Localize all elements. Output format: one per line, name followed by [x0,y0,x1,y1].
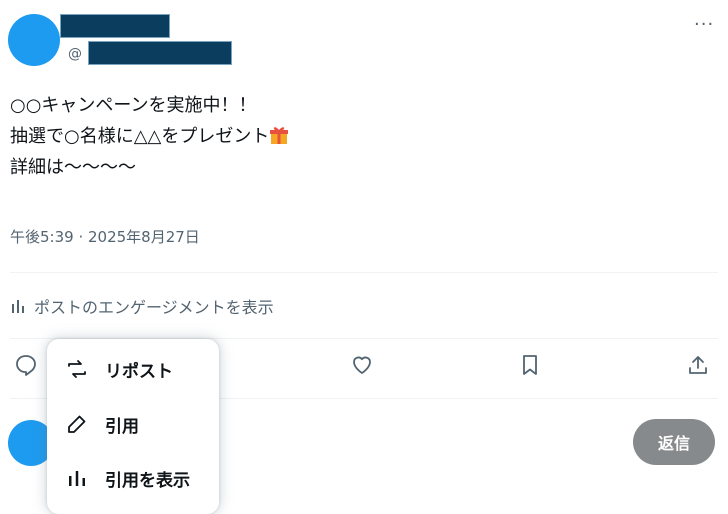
post-line-2-text: 抽選で○名様に△△をプレゼント [10,126,270,147]
post-body: ○○キャンペーンを実施中！！ 抽選で○名様に△△をプレゼント 詳細は〜〜〜〜 [10,90,289,183]
view-engagement-label: ポストのエンゲージメントを表示 [34,298,274,317]
author-handle-redacted [88,41,232,65]
post-line-4: 詳細は〜〜〜〜 [10,157,136,178]
menu-item-view-quotes[interactable]: 引用を表示 [47,453,219,503]
like-icon [353,356,371,374]
share-icon [689,356,707,374]
bookmark-icon [523,355,537,375]
bookmark-button[interactable] [518,353,544,379]
author-handle-prefix: @ [68,46,82,62]
pencil-icon [68,415,86,433]
menu-item-view-quotes-label: 引用を表示 [105,470,190,491]
reply-icon [16,355,36,376]
share-button[interactable] [686,353,712,379]
repost-menu: リポスト 引用 引用を表示 [47,339,219,514]
menu-item-repost-label: リポスト [105,361,173,382]
post-timestamp[interactable]: 午後5:39 · 2025年8月27日 [10,226,200,247]
repost-icon [68,360,86,378]
bar-chart-icon [12,300,24,313]
post-line-1: ○○キャンペーンを実施中！！ [10,95,257,116]
reply-submit-button[interactable]: 返信 [633,419,715,465]
gift-emoji-icon [269,124,289,144]
reply-button[interactable] [14,353,40,379]
menu-item-quote[interactable]: 引用 [47,399,219,449]
like-button[interactable] [350,353,376,379]
author-avatar[interactable] [8,14,60,66]
bar-chart-icon [69,471,85,486]
menu-item-quote-label: 引用 [105,416,139,437]
post-line-2: 抽選で○名様に△△をプレゼント [10,121,289,152]
view-engagement-link[interactable]: ポストのエンゲージメントを表示 [10,294,274,318]
menu-item-repost[interactable]: リポスト [47,344,219,394]
divider-top [10,272,718,273]
more-options-icon[interactable]: ··· [694,14,714,35]
author-name-redacted [60,14,170,38]
